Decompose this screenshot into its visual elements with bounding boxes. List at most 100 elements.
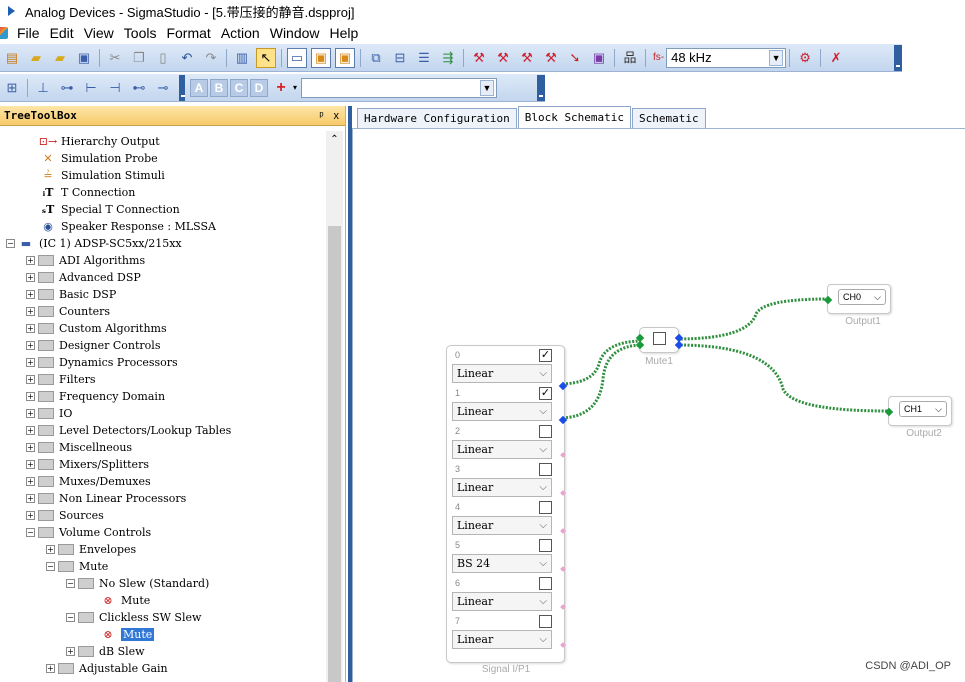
- channel-checkbox[interactable]: [539, 539, 552, 552]
- tree-item[interactable]: + Custom Algorithms: [26, 320, 167, 337]
- link-compile-icon[interactable]: ⚒: [469, 48, 489, 68]
- tree-item[interactable]: − Mute: [46, 558, 108, 575]
- channel-checkbox[interactable]: [539, 615, 552, 628]
- redo-icon[interactable]: ↷: [201, 48, 221, 68]
- tree-item[interactable]: + Sources: [26, 507, 104, 524]
- group-icon[interactable]: ⧉: [366, 48, 386, 68]
- tree-item[interactable]: + Adjustable Gain: [46, 660, 168, 677]
- view-3-icon[interactable]: ▣: [335, 47, 355, 68]
- expand-icon[interactable]: +: [26, 460, 35, 469]
- menu-action[interactable]: Action: [216, 22, 265, 44]
- app-menu-icon[interactable]: [0, 27, 8, 39]
- align-middle-icon[interactable]: ⊶: [57, 78, 77, 98]
- mute-checkbox[interactable]: [653, 332, 666, 345]
- tree-item[interactable]: − ▬ (IC 1) ADSP-SC5xx/215xx: [6, 235, 182, 252]
- output1-block[interactable]: CH0 ⌵: [823, 284, 891, 314]
- tree-item[interactable]: + Miscellneous: [26, 439, 132, 456]
- toolbar-overflow-icon[interactable]: [894, 44, 902, 71]
- view-1-icon[interactable]: ▭: [287, 47, 307, 68]
- mute-block[interactable]: [635, 327, 684, 353]
- tree-item[interactable]: ₛT Special T Connection: [40, 201, 180, 218]
- tree-item[interactable]: + Designer Controls: [26, 337, 160, 354]
- channel-mode-select[interactable]: BS 24 ⌵: [452, 554, 552, 573]
- wire-mute-to-output1[interactable]: [676, 297, 829, 341]
- distribute-vertical-icon[interactable]: ⊸: [153, 78, 173, 98]
- pin-icon[interactable]: ᵖ: [319, 110, 323, 122]
- collapse-icon[interactable]: −: [46, 562, 55, 571]
- menu-format[interactable]: Format: [161, 22, 215, 44]
- align-a-button[interactable]: A: [190, 78, 208, 97]
- settings-gear-icon[interactable]: ⚙: [795, 48, 815, 68]
- tree-scrollbar[interactable]: ⌃: [326, 131, 343, 682]
- menu-tools[interactable]: Tools: [119, 22, 162, 44]
- toolbar-overflow-icon[interactable]: [179, 74, 185, 101]
- channel-checkbox[interactable]: ✓: [539, 349, 552, 362]
- scrollbar-thumb[interactable]: [328, 226, 341, 682]
- channel-mode-select[interactable]: Linear ⌵: [452, 630, 552, 649]
- open-recent-icon[interactable]: ▰: [50, 48, 70, 68]
- tree-item[interactable]: + IO: [26, 405, 72, 422]
- expand-icon[interactable]: +: [26, 324, 35, 333]
- expand-icon[interactable]: +: [26, 409, 35, 418]
- chevron-down-icon[interactable]: ▼: [769, 49, 784, 66]
- view-2-icon[interactable]: ▣: [311, 47, 331, 68]
- paste-icon[interactable]: ▯: [153, 48, 173, 68]
- output2-block[interactable]: CH1 ⌵: [884, 396, 952, 426]
- tree-item[interactable]: − No Slew (Standard): [66, 575, 209, 592]
- collapse-icon[interactable]: −: [6, 239, 15, 248]
- channel-checkbox[interactable]: [539, 501, 552, 514]
- channel-mode-select[interactable]: Linear ⌵: [452, 478, 552, 497]
- route-icon[interactable]: ⇶: [438, 48, 458, 68]
- align-right-icon[interactable]: ⊣: [105, 78, 125, 98]
- tree-item[interactable]: + Filters: [26, 371, 96, 388]
- open-folder-icon[interactable]: ▰: [26, 48, 46, 68]
- channel-mode-select[interactable]: Linear ⌵: [452, 592, 552, 611]
- align-b-button[interactable]: B: [210, 78, 228, 97]
- output-pin-6[interactable]: [560, 604, 566, 610]
- tree-item[interactable]: − Clickless SW Slew: [66, 609, 201, 626]
- cut-icon[interactable]: ✂: [105, 48, 125, 68]
- channel-checkbox[interactable]: [539, 425, 552, 438]
- tree-item[interactable]: + Muxes/Demuxes: [26, 473, 151, 490]
- tab-schematic[interactable]: Schematic: [632, 108, 706, 128]
- channel-checkbox[interactable]: [539, 463, 552, 476]
- tree-item[interactable]: ⊗ Mute: [100, 592, 150, 609]
- undo-icon[interactable]: ↶: [177, 48, 197, 68]
- add-dropdown-caret-icon[interactable]: ▾: [293, 83, 297, 92]
- expand-icon[interactable]: +: [26, 392, 35, 401]
- tree-item[interactable]: + ADI Algorithms: [26, 252, 145, 269]
- copy-icon[interactable]: ❐: [129, 48, 149, 68]
- align-d-button[interactable]: D: [250, 78, 268, 97]
- tree-item[interactable]: ᵢT T Connection: [40, 184, 136, 201]
- tree-item[interactable]: + Counters: [26, 303, 110, 320]
- output-pin-7[interactable]: [560, 642, 566, 648]
- save-icon[interactable]: ▣: [74, 48, 94, 68]
- tree-item[interactable]: + Mixers/Splitters: [26, 456, 149, 473]
- wire-ch1-to-mute[interactable]: [558, 343, 644, 420]
- toolbar-overflow-icon[interactable]: [537, 74, 545, 101]
- output-pin-2[interactable]: [560, 452, 566, 458]
- hierarchy-icon[interactable]: 品: [620, 48, 640, 68]
- close-icon[interactable]: x: [334, 110, 340, 122]
- channel-mode-select[interactable]: Linear ⌵: [452, 440, 552, 459]
- add-icon[interactable]: +: [271, 78, 291, 98]
- collapse-icon[interactable]: −: [66, 579, 75, 588]
- save-eeprom-icon[interactable]: ▣: [589, 48, 609, 68]
- output2-channel-select[interactable]: CH1 ⌵: [899, 401, 947, 417]
- channel-mode-select[interactable]: Linear ⌵: [452, 402, 552, 421]
- channel-mode-select[interactable]: Linear ⌵: [452, 364, 552, 383]
- menu-window[interactable]: Window: [265, 22, 325, 44]
- tree-item[interactable]: − Volume Controls: [26, 524, 151, 541]
- collapse-icon[interactable]: −: [26, 528, 35, 537]
- sample-rate-dropdown[interactable]: 48 kHz ▼: [666, 47, 787, 68]
- align-icon[interactable]: ☰: [414, 48, 434, 68]
- align-left-icon[interactable]: ⊢: [81, 78, 101, 98]
- menu-help[interactable]: Help: [325, 22, 364, 44]
- schematic-canvas[interactable]: 0 ✓ Linear ⌵ 1 ✓ Linear ⌵ 2 Linear ⌵ 3 Line…: [352, 128, 965, 682]
- expand-icon[interactable]: +: [26, 443, 35, 452]
- tree-item[interactable]: + Advanced DSP: [26, 269, 141, 286]
- tab-block-schematic[interactable]: Block Schematic: [517, 106, 632, 128]
- output-pin-3[interactable]: [560, 490, 566, 496]
- menu-edit[interactable]: Edit: [45, 22, 79, 44]
- align-c-button[interactable]: C: [230, 78, 248, 97]
